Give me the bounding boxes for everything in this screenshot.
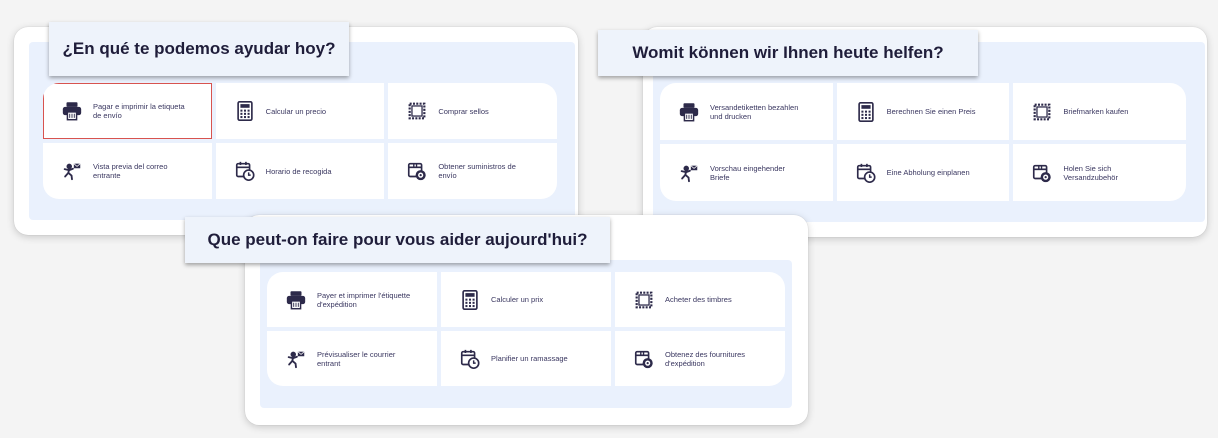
shipping-supplies-icon: [1031, 162, 1053, 184]
german-option-stamp[interactable]: Briefmarken kaufen: [1013, 83, 1186, 140]
shipping-supplies-icon: [633, 348, 655, 370]
pickup-schedule-icon: [459, 348, 481, 370]
option-label: Versandetiketten bezahlen und drucken: [710, 102, 799, 121]
option-label: Pagar e imprimir la etiqueta de envío: [93, 102, 185, 120]
french-options-grid: Payer et imprimer l'étiquette d'expéditi…: [267, 272, 785, 386]
incoming-mail-icon: [61, 160, 83, 182]
french-option-printer[interactable]: Payer et imprimer l'étiquette d'expéditi…: [267, 272, 437, 327]
option-label: Comprar sellos: [438, 106, 489, 116]
option-label: Obtenez des fournitures d'expédition: [665, 349, 746, 368]
spanish-option-stamp[interactable]: Comprar sellos: [388, 83, 557, 139]
spanish-option-calculator[interactable]: Calcular un precio: [215, 83, 385, 139]
french-option-stamp[interactable]: Acheter des timbres: [615, 272, 785, 327]
spanish-options-grid: Pagar e imprimir la etiqueta de envío Cal…: [43, 83, 557, 199]
stamp-icon: [406, 100, 428, 122]
printer-icon: [61, 100, 83, 122]
calculator-icon: [234, 100, 256, 122]
spanish-option-printer[interactable]: Pagar e imprimir la etiqueta de envío: [43, 83, 212, 139]
option-label: Berechnen Sie einen Preis: [886, 107, 976, 116]
german-option-shipping-supplies[interactable]: Holen Sie sich Versandzubehör: [1013, 144, 1186, 201]
french-option-incoming-mail[interactable]: Prévisualiser le courrier entrant: [267, 331, 437, 386]
german-option-incoming-mail[interactable]: Vorschau eingehender Briefe: [660, 144, 833, 201]
spanish-option-shipping-supplies[interactable]: Obtener suministros de envío: [388, 143, 557, 199]
german-option-calculator[interactable]: Berechnen Sie einen Preis: [836, 83, 1010, 140]
spanish-option-incoming-mail[interactable]: Vista previa del correo entrante: [43, 143, 212, 199]
french-option-pickup-schedule[interactable]: Planifier un ramassage: [441, 331, 611, 386]
printer-icon: [678, 101, 700, 123]
stamp-icon: [1031, 101, 1053, 123]
option-label: Vista previa del correo entrante: [93, 162, 168, 180]
german-title: Womit können wir Ihnen heute helfen?: [598, 30, 978, 76]
option-label: Prévisualiser le courrier entrant: [317, 349, 396, 368]
option-label: Eine Abholung einplanen: [886, 168, 970, 177]
french-option-shipping-supplies[interactable]: Obtenez des fournitures d'expédition: [615, 331, 785, 386]
stamp-icon: [633, 289, 655, 311]
spanish-title: ¿En qué te podemos ayudar hoy?: [49, 22, 349, 76]
incoming-mail-icon: [285, 348, 307, 370]
german-option-printer[interactable]: Versandetiketten bezahlen und drucken: [660, 83, 833, 140]
option-label: Acheter des timbres: [665, 295, 732, 304]
pickup-schedule-icon: [855, 162, 877, 184]
option-label: Obtener suministros de envío: [438, 162, 516, 180]
option-label: Calcular un precio: [265, 106, 327, 116]
option-label: Horario de recogida: [265, 166, 332, 176]
calculator-icon: [855, 101, 877, 123]
option-label: Planifier un ramassage: [491, 354, 568, 363]
incoming-mail-icon: [678, 162, 700, 184]
calculator-icon: [459, 289, 481, 311]
french-title: Que peut-on faire pour vous aider aujour…: [185, 217, 610, 263]
pickup-schedule-icon: [234, 160, 256, 182]
option-label: Payer et imprimer l'étiquette d'expéditi…: [317, 290, 411, 309]
option-label: Vorschau eingehender Briefe: [710, 163, 786, 182]
option-label: Calculer un prix: [491, 295, 544, 304]
option-label: Briefmarken kaufen: [1063, 107, 1129, 116]
option-label: Holen Sie sich Versandzubehör: [1063, 163, 1118, 182]
german-options-grid: Versandetiketten bezahlen und drucken Ber…: [660, 83, 1186, 201]
german-option-pickup-schedule[interactable]: Eine Abholung einplanen: [836, 144, 1010, 201]
shipping-supplies-icon: [406, 160, 428, 182]
spanish-option-pickup-schedule[interactable]: Horario de recogida: [215, 143, 385, 199]
printer-icon: [285, 289, 307, 311]
french-option-calculator[interactable]: Calculer un prix: [441, 272, 611, 327]
